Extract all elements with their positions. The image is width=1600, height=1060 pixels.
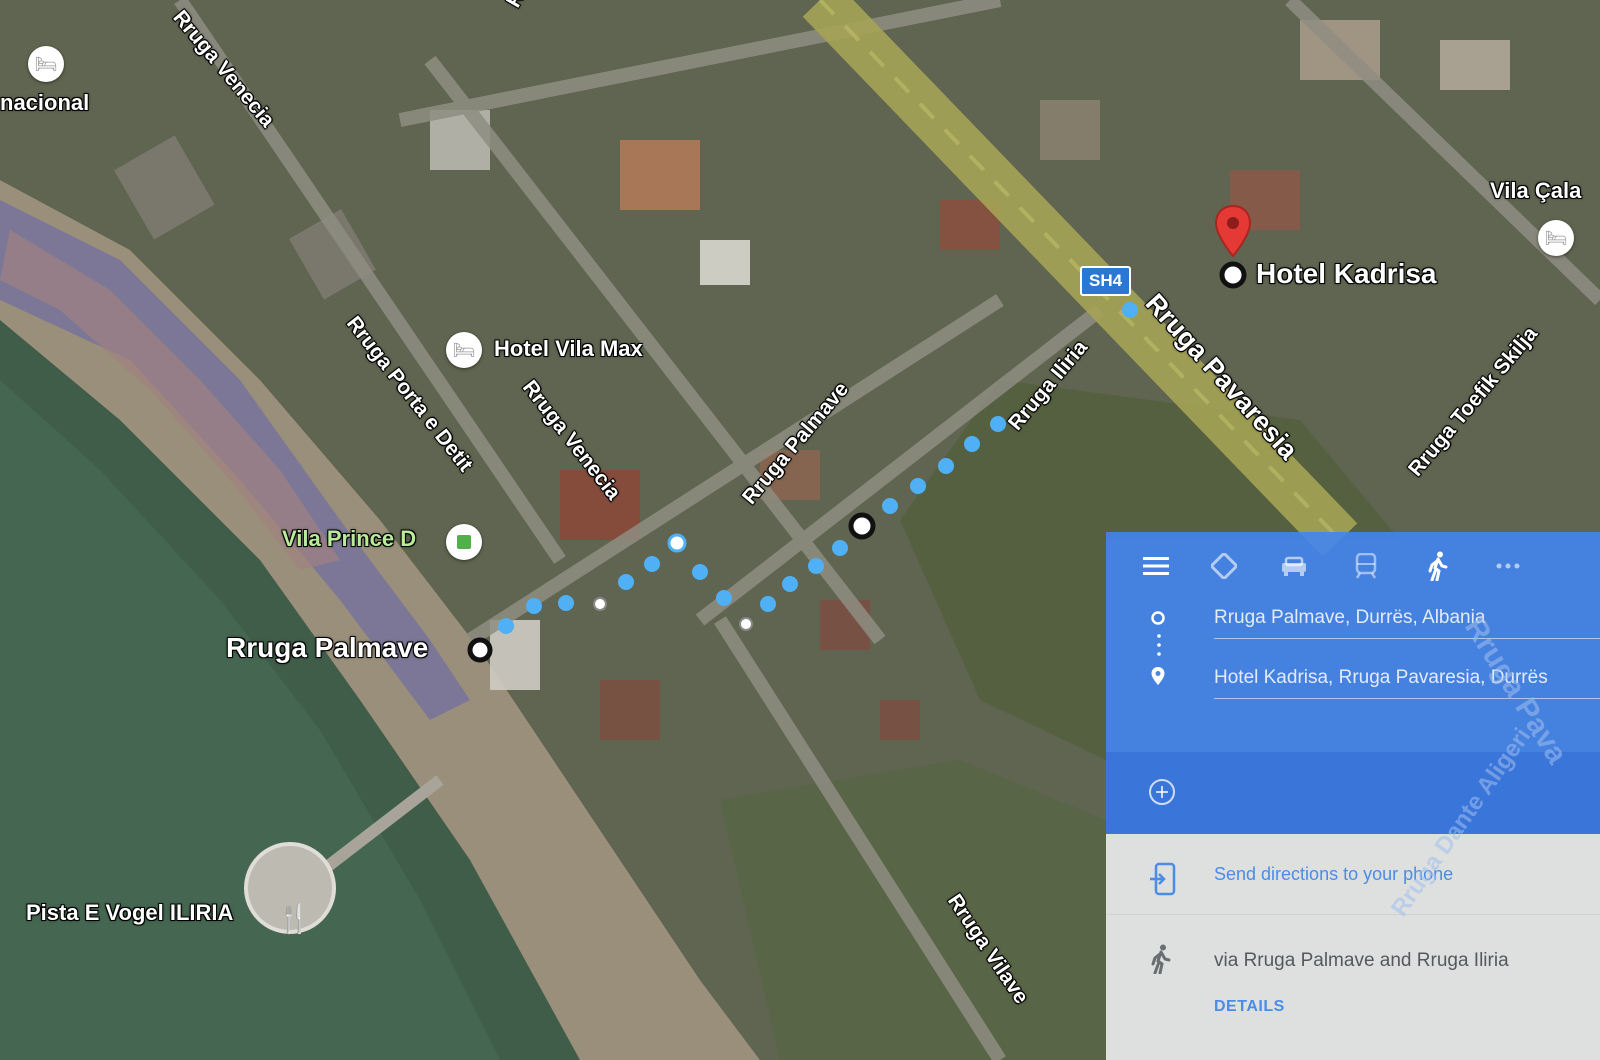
route-dot — [692, 564, 708, 580]
send-to-phone-icon[interactable] — [1148, 862, 1176, 901]
origin-label[interactable]: Rruga Palmave — [226, 632, 428, 664]
place-label-pista[interactable]: Pista E Vogel ILIRIA — [26, 900, 233, 926]
hotel-bed-icon[interactable]: 🛏 — [1538, 220, 1574, 256]
route-dot — [1122, 302, 1138, 318]
menu-icon[interactable] — [1136, 546, 1176, 586]
directions-icon[interactable] — [1204, 546, 1244, 586]
route-dot — [808, 558, 824, 574]
add-destination-icon[interactable] — [1148, 778, 1176, 811]
route-dot — [910, 478, 926, 494]
walk-route-icon — [1150, 944, 1172, 979]
origin-field[interactable]: Rruga Palmave, Durrës, Albania — [1214, 598, 1600, 639]
route-dot — [782, 576, 798, 592]
route-dot — [618, 574, 634, 590]
add-destination-row — [1106, 752, 1600, 834]
place-label-vila-prince-d[interactable]: Vila Prince D — [282, 526, 416, 552]
place-label-hotel-vila-max[interactable]: Hotel Vila Max — [494, 336, 643, 362]
more-icon[interactable] — [1488, 546, 1528, 586]
origin-circle-icon — [1150, 610, 1166, 631]
hotel-bed-icon[interactable]: 🛏 — [446, 332, 482, 368]
destination-pin-small-icon — [1150, 666, 1166, 691]
route-dot — [498, 618, 514, 634]
route-dot — [644, 556, 660, 572]
route-dot — [760, 596, 776, 612]
walk-icon[interactable] — [1418, 546, 1458, 586]
route-dot — [882, 498, 898, 514]
place-label-vila-cala[interactable]: Vila Çala — [1490, 178, 1581, 204]
route-connector — [1157, 634, 1161, 656]
directions-panel: Rruga Palmave, Durrës, Albania Hotel Kad… — [1106, 532, 1600, 1060]
route-via-text[interactable]: via Rruga Palmave and Rruga Iliria — [1214, 950, 1509, 972]
route-dot — [938, 458, 954, 474]
highway-shield: SH4 — [1080, 266, 1132, 296]
destination-field[interactable]: Hotel Kadrisa, Rruga Pavaresia, Durrës — [1214, 658, 1600, 699]
car-icon[interactable] — [1274, 546, 1314, 586]
destination-pin-icon[interactable] — [1213, 204, 1253, 260]
hotel-bed-icon[interactable]: 🛏 — [28, 46, 64, 82]
route-dot — [526, 598, 542, 614]
details-link[interactable]: DETAILS — [1214, 998, 1285, 1016]
park-icon[interactable] — [446, 524, 482, 560]
place-label-nacional[interactable]: nacional — [0, 90, 89, 116]
destination-label[interactable]: Hotel Kadrisa — [1256, 258, 1437, 290]
travel-mode-bar — [1106, 546, 1600, 586]
divider — [1106, 914, 1600, 915]
route-dot — [964, 436, 980, 452]
train-icon[interactable] — [1346, 546, 1386, 586]
restaurant-icon[interactable]: 🍴 — [274, 898, 314, 938]
route-dot — [558, 595, 574, 611]
route-dot — [832, 540, 848, 556]
route-dot — [716, 590, 732, 606]
